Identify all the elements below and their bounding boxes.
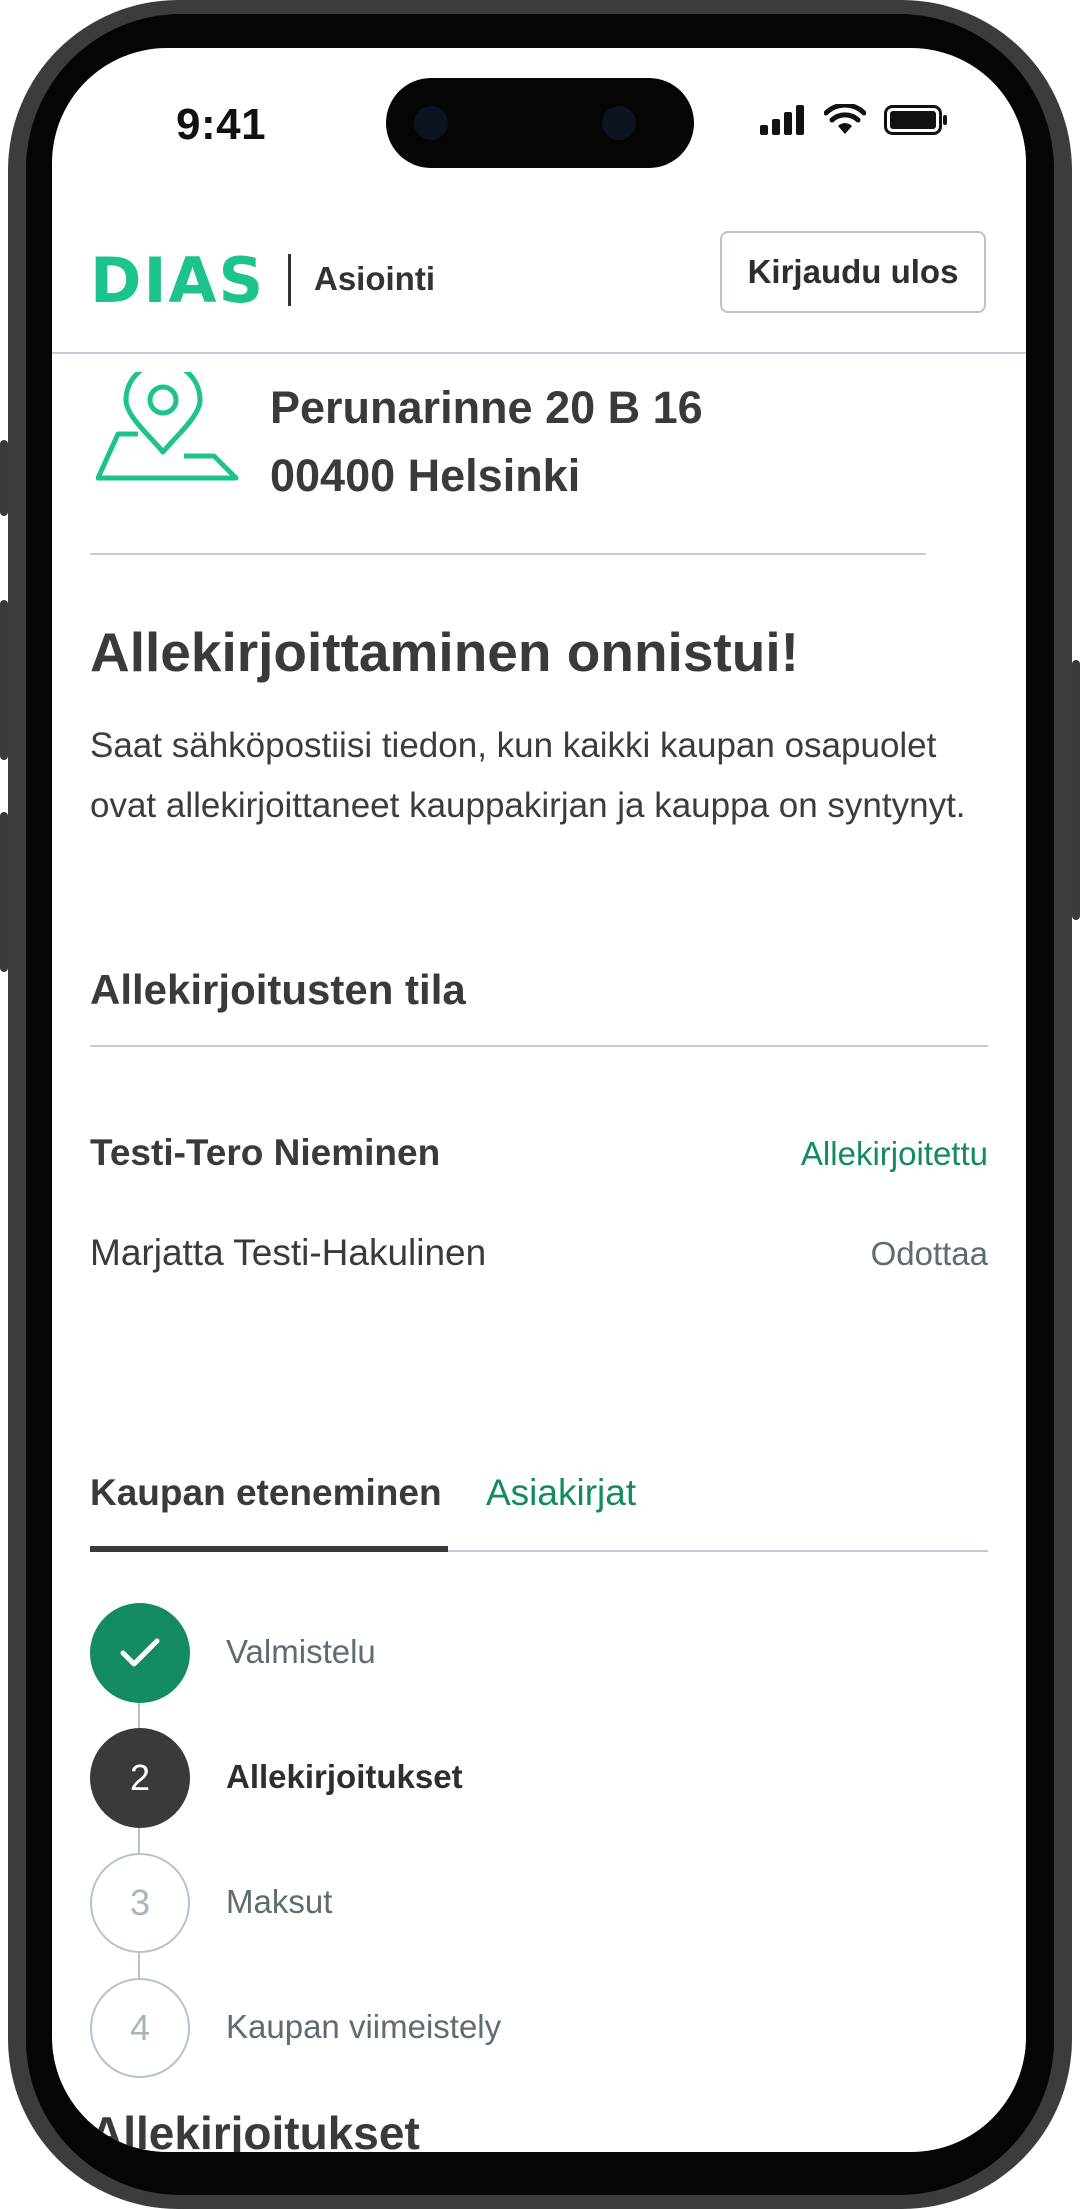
front-camera-icon [414,106,448,140]
address-block: Perunarinne 20 B 16 00400 Helsinki [270,374,703,510]
step-label: Kaupan viimeistely [226,2008,502,2045]
page-title: Allekirjoittaminen onnistui! [90,621,799,683]
phone-side-button-power [1072,660,1080,920]
address-postal: 00400 Helsinki [270,450,581,501]
signal-icon [760,105,804,135]
tab-kaupan-eteneminen[interactable]: Kaupan eteneminen [90,1472,442,1514]
step-label: Valmistelu [226,1633,376,1670]
signatures-divider [90,1045,988,1047]
logout-button[interactable]: Kirjaudu ulos [720,231,986,313]
tab-active-indicator [90,1546,448,1552]
phone-side-button-volume-up [0,600,8,760]
map-pin-icon [96,372,239,481]
wifi-icon [824,104,866,134]
sensor-icon [602,106,636,140]
tab-asiakirjat[interactable]: Asiakirjat [486,1472,636,1514]
phone-side-button-mute [0,440,8,516]
signer-name: Marjatta Testi-Hakulinen [90,1232,487,1273]
address-divider [90,553,926,555]
signature-row: Marjatta Testi-Hakulinen Odottaa [90,1232,988,1274]
app-subtitle: Asiointi [314,260,435,297]
dias-logo[interactable]: DIAS [90,244,265,317]
phone-side-button-volume-down [0,812,8,972]
status-time: 9:41 [176,100,267,149]
signatures-heading: Allekirjoitusten tila [90,966,466,1013]
progress-step: 4 Kaupan viimeistely [90,1978,890,2078]
signer-name: Testi-Tero Nieminen [90,1132,441,1173]
progress-step: Valmistelu [90,1603,890,1703]
step-label: Allekirjoitukset [226,1758,463,1795]
tab-bar: Kaupan eteneminen Asiakirjat [90,1448,988,1552]
dynamic-island [386,78,694,168]
progress-step: 2 Allekirjoitukset [90,1728,890,1828]
signature-status: Odottaa [870,1235,988,1272]
progress-connector [138,1653,140,2023]
step-pending-indicator: 4 [90,1978,190,2078]
battery-icon [884,105,947,135]
logo-separator [288,254,291,306]
progress-step: 3 Maksut [90,1853,890,1953]
app-header: DIAS Asiointi Kirjaudu ulos [52,188,1026,354]
status-icons [760,104,948,136]
success-description: Saat sähköpostiisi tiedon, kun kaikki ka… [90,726,966,825]
signature-status: Allekirjoitettu [800,1135,988,1172]
app-screen: 9:41 DIAS Asiointi Kirjaudu ulos Perunar… [52,48,1026,2152]
step-pending-indicator: 3 [90,1853,190,1953]
signature-row: Testi-Tero Nieminen Allekirjoitettu [90,1132,988,1174]
step-label: Maksut [226,1883,333,1920]
check-icon [120,1638,160,1667]
address-street: Perunarinne 20 B 16 [270,382,703,433]
step-current-indicator: 2 [90,1728,190,1828]
signatures-section-heading: Allekirjoitukset [90,2107,420,2152]
step-done-indicator [90,1603,190,1703]
